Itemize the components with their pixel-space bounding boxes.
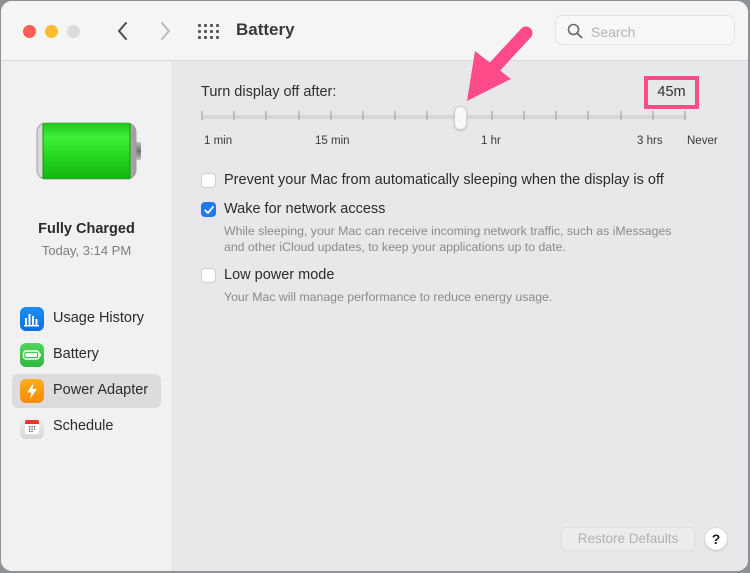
display-off-value-highlight: 45m bbox=[644, 76, 699, 109]
search-input[interactable] bbox=[589, 21, 733, 43]
grid-dot bbox=[204, 24, 207, 27]
chevron-left-icon bbox=[118, 22, 127, 40]
title-bar: Battery bbox=[1, 1, 748, 61]
wake-network-label[interactable]: Wake for network access bbox=[224, 201, 385, 217]
sidebar-item-label: Usage History bbox=[53, 310, 145, 326]
slider-tick bbox=[555, 111, 558, 120]
grid-dot bbox=[216, 36, 219, 39]
calendar-icon bbox=[20, 415, 44, 439]
slider-tick bbox=[297, 111, 300, 120]
battery-preferences-window: Battery Search Fully Charged Today, 3:14… bbox=[1, 1, 748, 571]
sidebar-item-label: Battery bbox=[53, 346, 99, 362]
tick-label-1-hr: 1 hr bbox=[481, 135, 501, 147]
slider-tick bbox=[490, 111, 493, 120]
lightning-bolt-icon bbox=[20, 379, 44, 403]
search-field[interactable] bbox=[555, 15, 735, 45]
grid-dot bbox=[210, 30, 213, 33]
grid-dot bbox=[198, 24, 201, 27]
tick-label-1-min: 1 min bbox=[204, 135, 233, 147]
help-button[interactable]: ? bbox=[705, 528, 727, 550]
search-icon bbox=[567, 23, 583, 39]
show-all-grid-button[interactable] bbox=[198, 22, 220, 40]
wake-network-checkbox[interactable] bbox=[201, 202, 216, 217]
close-button[interactable] bbox=[23, 25, 36, 38]
slider-tick bbox=[362, 111, 364, 120]
grid-dot bbox=[198, 30, 201, 33]
display-off-slider-thumb[interactable] bbox=[453, 106, 467, 130]
slider-tick bbox=[523, 111, 525, 120]
annotation-arrow-icon bbox=[467, 26, 533, 101]
slider-tick bbox=[684, 111, 686, 120]
wake-network-description-line-1: While sleeping, your Mac can receive inc… bbox=[224, 224, 672, 238]
slider-tick bbox=[201, 111, 203, 120]
tick-label-never: Never bbox=[687, 135, 718, 147]
minimize-button[interactable] bbox=[45, 25, 58, 38]
sidebar-item-label: Power Adapter bbox=[53, 382, 149, 398]
grid-dot bbox=[210, 24, 213, 27]
slider-tick bbox=[329, 111, 332, 120]
battery-status-title: Fully Charged bbox=[38, 221, 135, 237]
tick-label-3-hrs: 3 hrs bbox=[637, 135, 663, 147]
low-power-checkbox[interactable] bbox=[201, 268, 216, 283]
forward-button[interactable] bbox=[153, 18, 177, 44]
sidebar-item-usage-history[interactable]: Usage History bbox=[12, 302, 161, 336]
grid-dot bbox=[204, 36, 207, 39]
grid-dot bbox=[216, 24, 219, 27]
zoom-button[interactable] bbox=[67, 25, 80, 38]
battery-status-timestamp: Today, 3:14 PM bbox=[41, 243, 132, 258]
grid-dot bbox=[198, 36, 201, 39]
sidebar-item-schedule[interactable]: Schedule bbox=[12, 410, 161, 444]
restore-defaults-button[interactable]: Restore Defaults bbox=[561, 527, 695, 551]
bar-chart-icon bbox=[20, 307, 44, 331]
slider-tick bbox=[587, 111, 590, 120]
window-title: Battery bbox=[236, 20, 295, 39]
prevent-sleep-label[interactable]: Prevent your Mac from automatically slee… bbox=[224, 172, 664, 188]
slider-tick bbox=[233, 111, 236, 120]
grid-dot bbox=[210, 36, 213, 39]
sidebar-item-label: Schedule bbox=[53, 418, 114, 434]
low-power-description: Your Mac will manage performance to redu… bbox=[224, 290, 553, 304]
prevent-sleep-checkbox[interactable] bbox=[201, 173, 216, 188]
battery-charge-icon bbox=[36, 122, 141, 180]
grid-dot bbox=[204, 30, 207, 33]
slider-tick bbox=[651, 111, 654, 120]
back-button[interactable] bbox=[111, 18, 135, 44]
display-off-label: Turn display off after: bbox=[201, 84, 337, 100]
wake-network-description-line-2: and other iCloud updates, to keep your a… bbox=[224, 240, 566, 254]
slider-tick bbox=[426, 111, 429, 120]
slider-tick bbox=[265, 111, 268, 120]
display-off-slider-track[interactable] bbox=[201, 115, 687, 119]
tick-label-15-min: 15 min bbox=[315, 135, 350, 147]
sidebar-item-battery[interactable]: Battery bbox=[12, 338, 161, 372]
sidebar: Fully Charged Today, 3:14 PM Usage Histo… bbox=[1, 61, 173, 571]
low-power-label[interactable]: Low power mode bbox=[224, 267, 334, 283]
battery-icon bbox=[20, 343, 44, 367]
grid-dot bbox=[216, 30, 219, 33]
slider-tick bbox=[619, 111, 622, 120]
chevron-right-icon bbox=[161, 22, 170, 40]
checkmark-icon bbox=[204, 205, 214, 214]
sidebar-item-power-adapter[interactable]: Power Adapter bbox=[12, 374, 161, 408]
slider-tick bbox=[394, 111, 397, 120]
